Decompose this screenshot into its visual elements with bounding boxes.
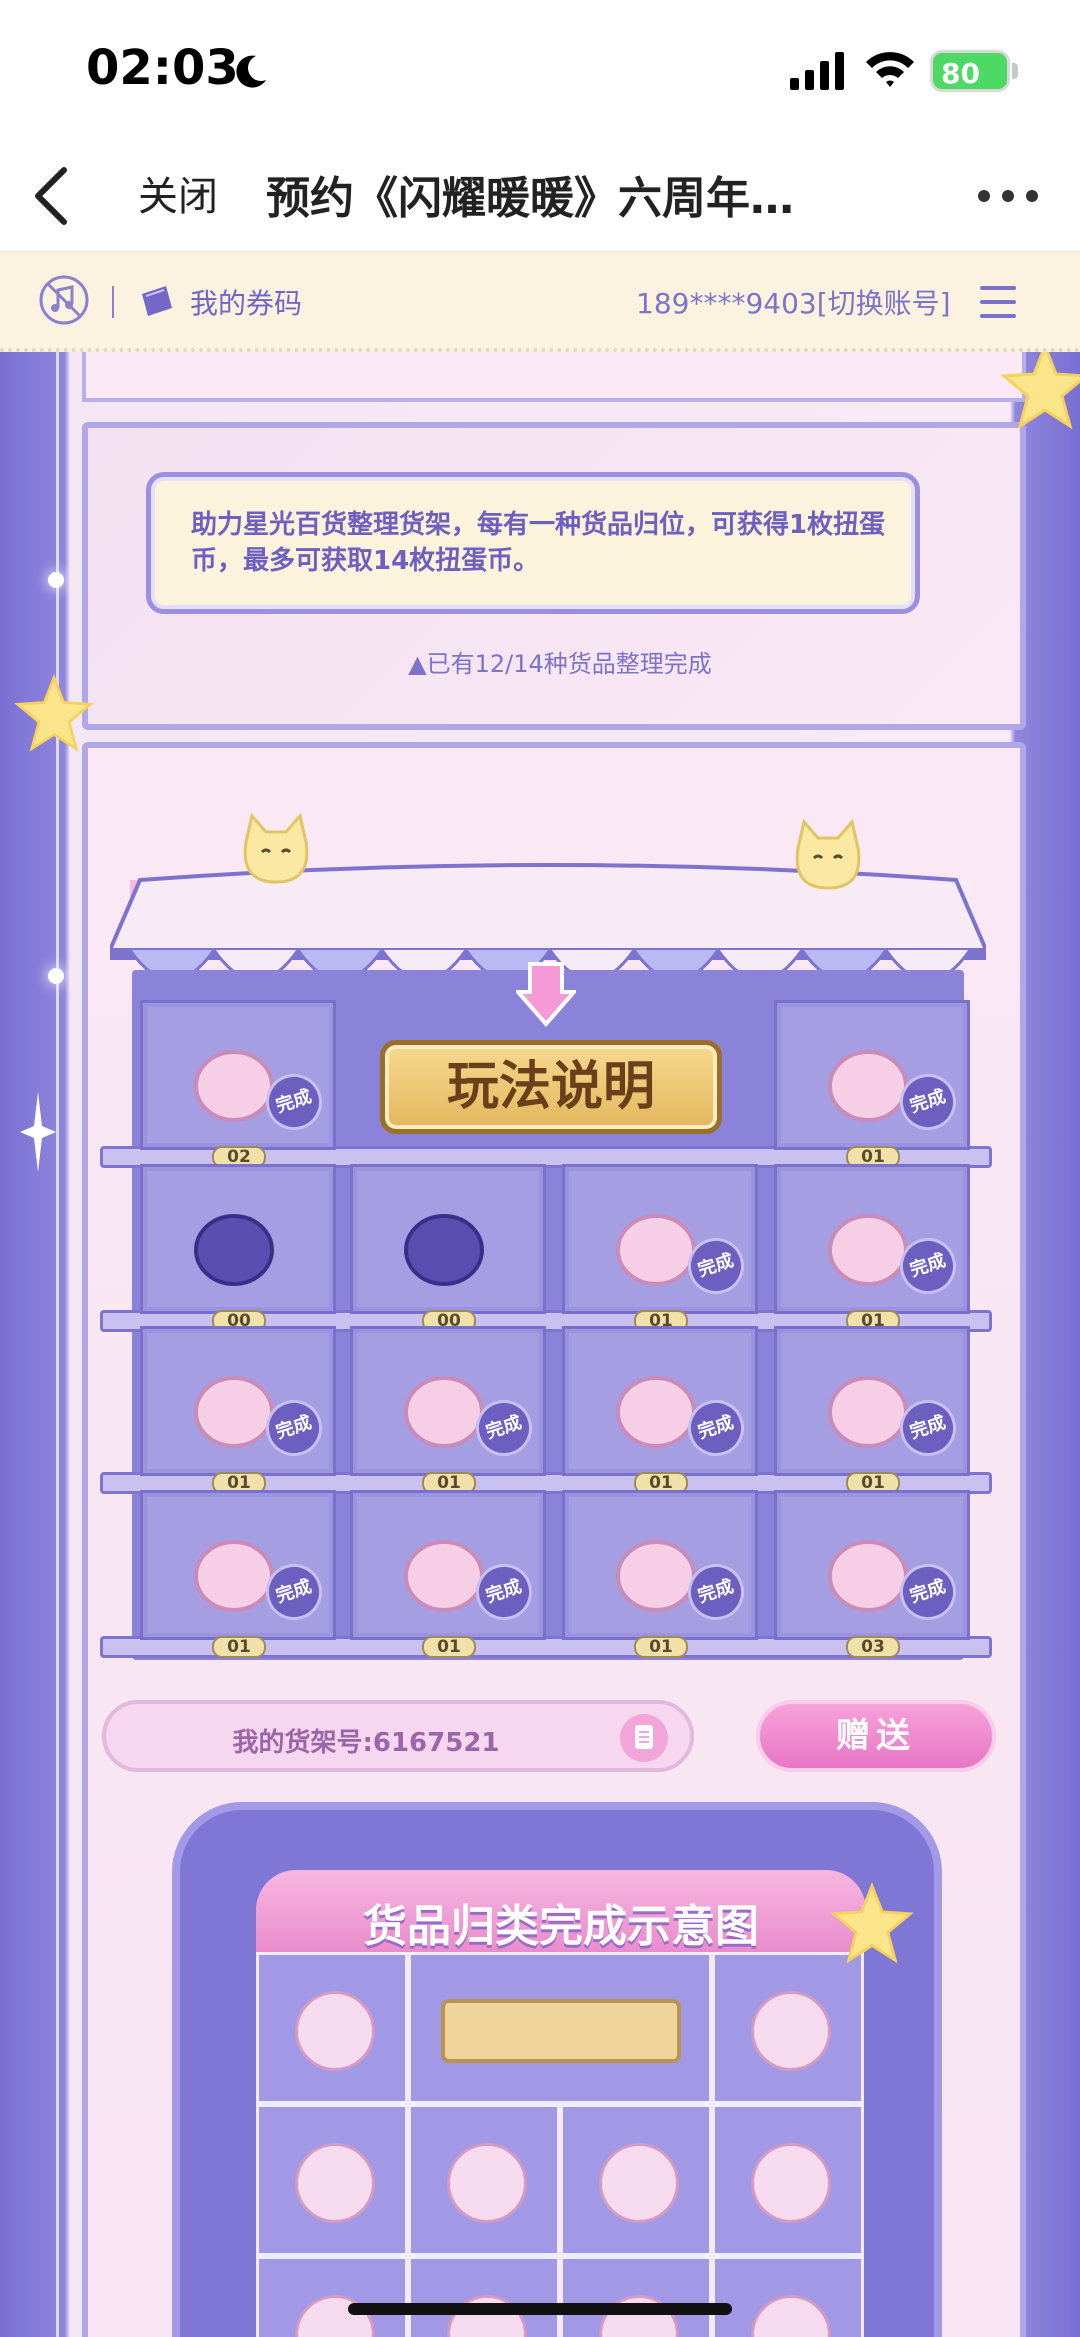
- gift-button[interactable]: 赠送: [756, 1700, 996, 1772]
- wifi-icon: [866, 52, 914, 87]
- shelf-id-text: 我的货架号:6167521: [232, 1728, 500, 1758]
- diagram-cell: [408, 2256, 560, 2337]
- my-coupon-code-link[interactable]: 我的券码: [190, 282, 302, 322]
- battery-indicator: 80: [930, 50, 1010, 92]
- completion-diagram: 货品归类完成示意图: [172, 1802, 942, 2337]
- diagram-cell: [712, 2104, 864, 2256]
- activity-header: 我的券码 189****9403[切换账号]: [0, 252, 1080, 352]
- menu-icon[interactable]: [976, 282, 1020, 322]
- rules-box: 助力星光百货整理货架，每有一种货品归位，可获得1枚扭蛋币，最多可获取14枚扭蛋币…: [146, 472, 920, 614]
- nav-bar: 关闭 预约《闪耀暖暖》六周年…: [0, 140, 1080, 252]
- page-title: 预约《闪耀暖暖》六周年…: [266, 173, 794, 224]
- item-count-tag: 03: [846, 1636, 900, 1658]
- progress-text: ▲已有12/14种货品整理完成: [408, 650, 712, 678]
- status-time: 02:03: [86, 40, 239, 96]
- star-decor-icon: [1000, 352, 1080, 430]
- back-arrow-icon[interactable]: [28, 162, 76, 230]
- moon-icon: [236, 55, 266, 88]
- cat-decor-icon: [795, 818, 861, 890]
- diagram-cell: [712, 1952, 864, 2104]
- cat-decor-icon: [243, 812, 309, 884]
- close-button[interactable]: 关闭: [138, 164, 218, 222]
- star-decor-icon: [830, 1882, 914, 1964]
- diagram-cell: [408, 1952, 712, 2104]
- flower-basket-icon: [184, 1192, 284, 1292]
- diagram-cell: [256, 2256, 408, 2337]
- info-panel: 助力星光百货整理货架，每有一种货品归位，可获得1枚扭蛋币，最多可获取14枚扭蛋币…: [82, 422, 1026, 730]
- diagram-title: 货品归类完成示意图: [363, 1901, 759, 1952]
- diagram-cell: [560, 2104, 712, 2256]
- ticket-icon: [142, 286, 172, 316]
- decor-dot: [48, 572, 64, 588]
- home-indicator: [348, 2303, 732, 2315]
- pointer-arrow-icon: [516, 962, 576, 1028]
- more-icon[interactable]: [976, 188, 1040, 204]
- music-toggle-icon[interactable]: [38, 274, 90, 326]
- sparkle-icon: [20, 1092, 56, 1172]
- divider: [112, 286, 114, 318]
- rules-text: 助力星光百货整理货架，每有一种货品归位，可获得1枚扭蛋币，最多可获取14枚扭蛋币…: [191, 510, 886, 576]
- star-decor-icon: [14, 674, 94, 752]
- diagram-cell: [712, 2256, 864, 2337]
- diagram-cell: [408, 2104, 560, 2256]
- diagram-cell: [560, 2256, 712, 2337]
- item-count-tag: 01: [634, 1636, 688, 1658]
- battery-tip: [1012, 63, 1018, 79]
- how-to-play-button[interactable]: 玩法说明: [380, 1040, 722, 1134]
- decor-dot: [48, 968, 64, 984]
- diagram-cell: [256, 1952, 408, 2104]
- copy-icon[interactable]: [620, 1714, 668, 1762]
- status-bar: 02:03 80: [0, 0, 1080, 140]
- previous-panel-edge: [82, 352, 1026, 402]
- account-switch-link[interactable]: 189****9403[切换账号]: [636, 282, 951, 322]
- item-count-tag: 01: [212, 1636, 266, 1658]
- perfume-bottle-icon: [394, 1192, 494, 1292]
- shelf-id-bar: 我的货架号:6167521: [102, 1700, 694, 1772]
- decor-rail: [56, 352, 59, 2337]
- diagram-cell: [256, 2104, 408, 2256]
- item-count-tag: 01: [422, 1636, 476, 1658]
- cellular-signal-icon: [790, 52, 844, 90]
- diagram-title-bar: 货品归类完成示意图: [256, 1870, 866, 1952]
